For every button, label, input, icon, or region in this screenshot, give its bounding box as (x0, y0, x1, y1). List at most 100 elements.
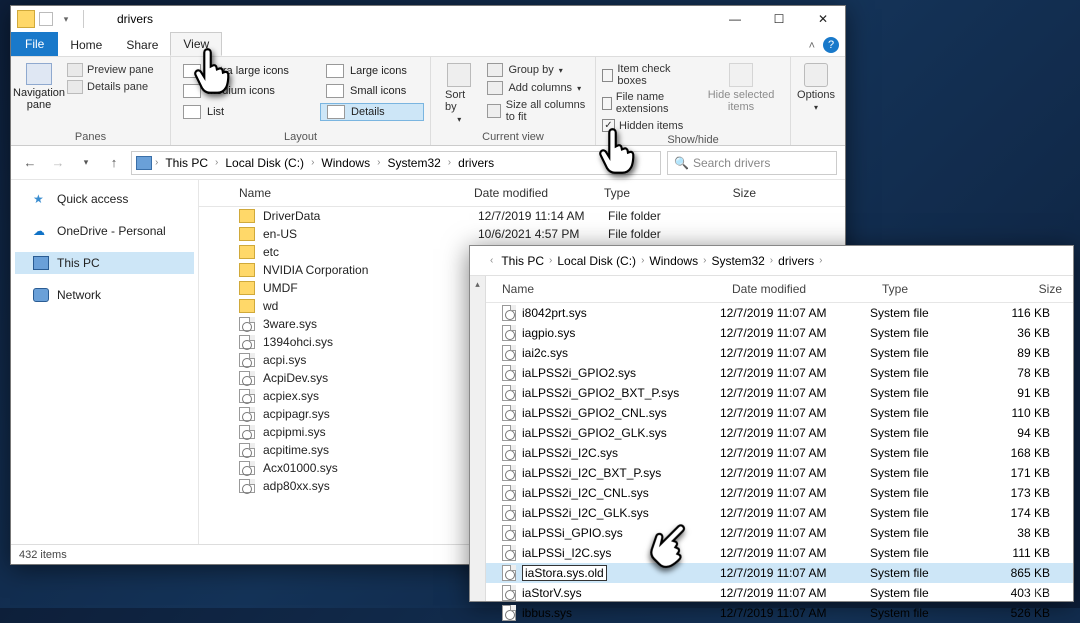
add-columns-button[interactable]: Add columns ▾ (487, 81, 589, 95)
layout-small[interactable]: Small icons (320, 83, 424, 99)
star-icon: ★ (33, 192, 49, 206)
tab-home[interactable]: Home (58, 34, 114, 56)
file-icon (502, 325, 516, 341)
breadcrumb-item[interactable]: Local Disk (C:) (553, 254, 640, 268)
file-icon (502, 425, 516, 441)
file-row[interactable]: iaLPSSi_I2C.sys12/7/2019 11:07 AMSystem … (486, 543, 1073, 563)
file-row[interactable]: ibbus.sys12/7/2019 11:07 AMSystem file52… (486, 603, 1073, 623)
network-icon (33, 288, 49, 302)
breadcrumb-item[interactable]: Windows (317, 156, 374, 170)
column-header-name[interactable]: Name (502, 282, 732, 296)
layout-large[interactable]: Large icons (320, 63, 424, 79)
file-row[interactable]: iai2c.sys12/7/2019 11:07 AMSystem file89… (486, 343, 1073, 363)
navigation-pane[interactable]: ★Quick access ☁OneDrive - Personal This … (11, 180, 199, 544)
file-row[interactable]: DriverData12/7/2019 11:14 AMFile folder (199, 207, 845, 225)
minimize-button[interactable]: — (713, 6, 757, 32)
file-row[interactable]: iaLPSS2i_GPIO2_BXT_P.sys12/7/2019 11:07 … (486, 383, 1073, 403)
options-button[interactable]: Options▾ (797, 59, 835, 116)
file-extensions-checkbox[interactable]: File name extensions (602, 91, 690, 115)
breadcrumb-item[interactable]: System32 (707, 254, 768, 268)
folder-icon (239, 263, 255, 277)
column-header-size[interactable]: Size (992, 282, 1062, 296)
sort-by-button[interactable]: Sort by▾ (437, 59, 481, 128)
collapse-ribbon-icon[interactable]: ˄ (801, 36, 823, 56)
column-header-type[interactable]: Type (882, 282, 992, 296)
item-checkboxes-checkbox[interactable]: Item check boxes (602, 63, 690, 87)
file-row[interactable]: iaLPSS2i_I2C_GLK.sys12/7/2019 11:07 AMSy… (486, 503, 1073, 523)
breadcrumb-item[interactable]: This PC (161, 156, 212, 170)
file-icon (502, 545, 516, 561)
file-row[interactable]: iaLPSS2i_I2C_BXT_P.sys12/7/2019 11:07 AM… (486, 463, 1073, 483)
breadcrumb-item[interactable]: System32 (383, 156, 444, 170)
scroll-up-icon[interactable]: ▴ (470, 276, 485, 292)
titlebar[interactable]: ▾ drivers — ☐ ✕ (11, 6, 845, 32)
file-row[interactable]: iaLPSS2i_GPIO2.sys12/7/2019 11:07 AMSyst… (486, 363, 1073, 383)
up-button[interactable]: ↑ (103, 152, 125, 174)
back-button[interactable]: ← (19, 152, 41, 174)
file-icon (502, 385, 516, 401)
breadcrumb-item[interactable]: drivers (454, 156, 498, 170)
qat-dropdown-icon[interactable]: ▾ (57, 10, 75, 28)
hidden-items-checkbox[interactable]: ✓Hidden items (602, 119, 690, 132)
navitem-onedrive[interactable]: ☁OneDrive - Personal (15, 220, 194, 242)
recent-locations-button[interactable]: ▾ (75, 152, 97, 174)
folder-icon (17, 10, 35, 28)
search-input[interactable]: 🔍 Search drivers (667, 151, 837, 175)
search-icon: 🔍 (674, 156, 689, 170)
help-icon[interactable]: ? (823, 37, 839, 53)
layout-list[interactable]: List (177, 103, 306, 121)
folder-icon (239, 227, 255, 241)
tab-file[interactable]: File (11, 32, 58, 56)
column-header-name[interactable]: Name (239, 186, 474, 200)
navitem-network[interactable]: Network (15, 284, 194, 306)
file-row[interactable]: iaLPSS2i_GPIO2_GLK.sys12/7/2019 11:07 AM… (486, 423, 1073, 443)
navigation-pane-button[interactable]: Navigation pane (17, 59, 61, 115)
column-header-type[interactable]: Type (604, 186, 696, 200)
breadcrumb-item[interactable]: Local Disk (C:) (221, 156, 308, 170)
file-icon (239, 389, 255, 403)
file-icon (502, 605, 516, 621)
file-row[interactable]: iaLPSS2i_I2C.sys12/7/2019 11:07 AMSystem… (486, 443, 1073, 463)
breadcrumb[interactable]: ‹ This PC› Local Disk (C:)› Windows› Sys… (470, 246, 1073, 276)
file-icon (239, 317, 255, 331)
file-row[interactable]: iaLPSS2i_GPIO2_CNL.sys12/7/2019 11:07 AM… (486, 403, 1073, 423)
navitem-quick-access[interactable]: ★Quick access (15, 188, 194, 210)
breadcrumb-item[interactable]: drivers (774, 254, 818, 268)
layout-details[interactable]: Details (320, 103, 424, 121)
column-header-size[interactable]: Size (696, 186, 756, 200)
breadcrumb[interactable]: › This PC› Local Disk (C:)› Windows› Sys… (131, 151, 661, 175)
qat-item[interactable] (39, 12, 53, 26)
tab-share[interactable]: Share (114, 34, 170, 56)
navitem-this-pc[interactable]: This PC (15, 252, 194, 274)
forward-button[interactable]: → (47, 152, 69, 174)
folder-icon (239, 209, 255, 223)
group-by-button[interactable]: Group by ▾ (487, 63, 589, 77)
details-pane-button[interactable]: Details pane (67, 80, 154, 94)
hide-selected-button[interactable]: Hide selected items (698, 59, 784, 132)
file-row[interactable]: iaStora.sys.old12/7/2019 11:07 AMSystem … (486, 563, 1073, 583)
close-button[interactable]: ✕ (801, 6, 845, 32)
window-title: drivers (111, 12, 153, 26)
file-icon (239, 371, 255, 385)
file-icon (239, 443, 255, 457)
column-header-date[interactable]: Date modified (474, 186, 604, 200)
folder-icon (239, 245, 255, 259)
scrollbar[interactable]: ▴ (470, 276, 486, 601)
breadcrumb-item[interactable]: Windows (645, 254, 702, 268)
preview-pane-button[interactable]: Preview pane (67, 63, 154, 77)
layout-extra-large[interactable]: Extra large icons (177, 63, 306, 79)
file-icon (502, 465, 516, 481)
chevron-right-icon[interactable]: › (154, 157, 159, 168)
layout-medium[interactable]: Medium icons (177, 83, 306, 99)
file-row[interactable]: iagpio.sys12/7/2019 11:07 AMSystem file3… (486, 323, 1073, 343)
breadcrumb-item[interactable]: This PC (497, 254, 548, 268)
column-header-date[interactable]: Date modified (732, 282, 882, 296)
file-icon (502, 405, 516, 421)
maximize-button[interactable]: ☐ (757, 6, 801, 32)
tab-view[interactable]: View (170, 32, 222, 56)
file-row[interactable]: iaLPSS2i_I2C_CNL.sys12/7/2019 11:07 AMSy… (486, 483, 1073, 503)
file-row[interactable]: en-US10/6/2021 4:57 PMFile folder (199, 225, 845, 243)
file-row[interactable]: i8042prt.sys12/7/2019 11:07 AMSystem fil… (486, 303, 1073, 323)
file-row[interactable]: iaLPSSi_GPIO.sys12/7/2019 11:07 AMSystem… (486, 523, 1073, 543)
size-columns-button[interactable]: Size all columns to fit (487, 99, 589, 123)
